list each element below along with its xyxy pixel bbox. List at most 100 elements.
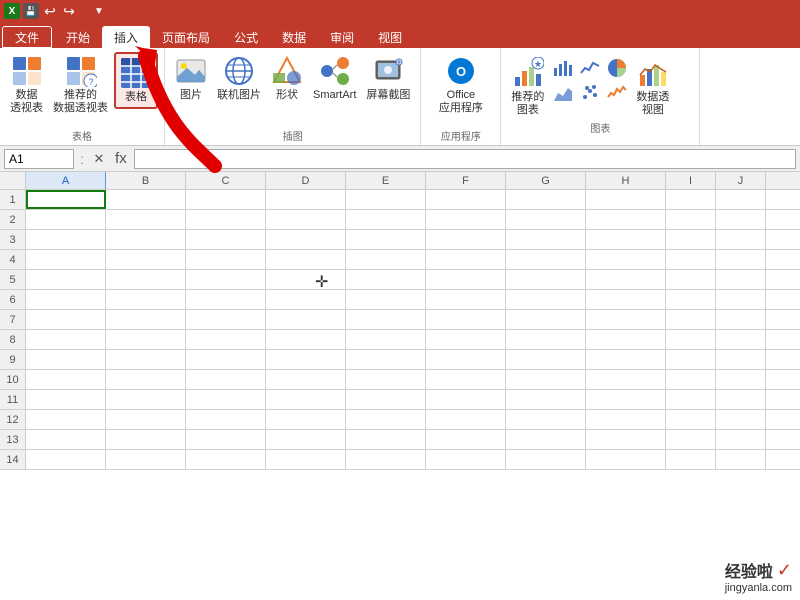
- cell-reference[interactable]: A1: [4, 149, 74, 169]
- cell-h9[interactable]: [586, 350, 666, 369]
- cell-a13[interactable]: [26, 430, 106, 449]
- cell-h2[interactable]: [586, 210, 666, 229]
- cell-a6[interactable]: [26, 290, 106, 309]
- row-header-1[interactable]: 1: [0, 190, 26, 209]
- row-header-5[interactable]: 5: [0, 270, 26, 289]
- row-header-9[interactable]: 9: [0, 350, 26, 369]
- cell-a10[interactable]: [26, 370, 106, 389]
- btn-shapes[interactable]: 形状: [267, 52, 307, 105]
- btn-recommended-charts[interactable]: ★ 推荐的图表: [507, 54, 548, 120]
- cell-f6[interactable]: [426, 290, 506, 309]
- cell-c13[interactable]: [186, 430, 266, 449]
- cell-j5[interactable]: [716, 270, 766, 289]
- cell-g10[interactable]: [506, 370, 586, 389]
- row-header-8[interactable]: 8: [0, 330, 26, 349]
- col-header-d[interactable]: D: [266, 172, 346, 189]
- cell-g14[interactable]: [506, 450, 586, 469]
- cell-g13[interactable]: [506, 430, 586, 449]
- row-header-6[interactable]: 6: [0, 290, 26, 309]
- btn-smartart[interactable]: SmartArt: [309, 52, 360, 105]
- tab-file[interactable]: 文件: [2, 26, 52, 48]
- cell-d10[interactable]: [266, 370, 346, 389]
- cell-j3[interactable]: [716, 230, 766, 249]
- col-header-f[interactable]: F: [426, 172, 506, 189]
- cell-c9[interactable]: [186, 350, 266, 369]
- cell-g7[interactable]: [506, 310, 586, 329]
- cell-d12[interactable]: [266, 410, 346, 429]
- row-header-2[interactable]: 2: [0, 210, 26, 229]
- cell-f14[interactable]: [426, 450, 506, 469]
- cell-d6[interactable]: [266, 290, 346, 309]
- cell-e12[interactable]: [346, 410, 426, 429]
- cell-g12[interactable]: [506, 410, 586, 429]
- cell-j13[interactable]: [716, 430, 766, 449]
- cell-b10[interactable]: [106, 370, 186, 389]
- cell-i10[interactable]: [666, 370, 716, 389]
- cell-d3[interactable]: [266, 230, 346, 249]
- col-header-c[interactable]: C: [186, 172, 266, 189]
- cell-j9[interactable]: [716, 350, 766, 369]
- cell-a14[interactable]: [26, 450, 106, 469]
- btn-picture[interactable]: 图片: [171, 52, 211, 105]
- cell-e14[interactable]: [346, 450, 426, 469]
- cell-e6[interactable]: [346, 290, 426, 309]
- cell-g1[interactable]: [506, 190, 586, 209]
- cell-f12[interactable]: [426, 410, 506, 429]
- cell-a1[interactable]: [26, 190, 106, 209]
- cell-i8[interactable]: [666, 330, 716, 349]
- tab-insert[interactable]: 插入: [102, 26, 150, 48]
- row-header-13[interactable]: 13: [0, 430, 26, 449]
- cell-i11[interactable]: [666, 390, 716, 409]
- cell-c1[interactable]: [186, 190, 266, 209]
- cell-c2[interactable]: [186, 210, 266, 229]
- col-header-g[interactable]: G: [506, 172, 586, 189]
- row-header-12[interactable]: 12: [0, 410, 26, 429]
- btn-line-chart[interactable]: [577, 56, 603, 80]
- col-header-h[interactable]: H: [586, 172, 666, 189]
- cell-e3[interactable]: [346, 230, 426, 249]
- cell-c12[interactable]: [186, 410, 266, 429]
- cell-h5[interactable]: [586, 270, 666, 289]
- cell-h1[interactable]: [586, 190, 666, 209]
- cell-j11[interactable]: [716, 390, 766, 409]
- cell-i4[interactable]: [666, 250, 716, 269]
- tab-data[interactable]: 数据: [270, 26, 318, 48]
- tab-review[interactable]: 审阅: [318, 26, 366, 48]
- cell-i1[interactable]: [666, 190, 716, 209]
- cell-e4[interactable]: [346, 250, 426, 269]
- cell-b3[interactable]: [106, 230, 186, 249]
- cell-g8[interactable]: [506, 330, 586, 349]
- cell-c8[interactable]: [186, 330, 266, 349]
- cell-h12[interactable]: [586, 410, 666, 429]
- row-header-10[interactable]: 10: [0, 370, 26, 389]
- cell-j4[interactable]: [716, 250, 766, 269]
- cell-f3[interactable]: [426, 230, 506, 249]
- cell-j8[interactable]: [716, 330, 766, 349]
- cell-f10[interactable]: [426, 370, 506, 389]
- cell-c11[interactable]: [186, 390, 266, 409]
- cell-b9[interactable]: [106, 350, 186, 369]
- cell-e11[interactable]: [346, 390, 426, 409]
- cell-i14[interactable]: [666, 450, 716, 469]
- col-header-i[interactable]: I: [666, 172, 716, 189]
- cell-e8[interactable]: [346, 330, 426, 349]
- cell-h11[interactable]: [586, 390, 666, 409]
- btn-screenshot[interactable]: 屏幕截图: [362, 52, 414, 105]
- btn-recommended-pivot[interactable]: ? 推荐的数据透视表: [49, 52, 112, 118]
- btn-pivot-chart[interactable]: 数据透视图: [632, 54, 673, 120]
- cell-d2[interactable]: [266, 210, 346, 229]
- cell-f13[interactable]: [426, 430, 506, 449]
- cell-c10[interactable]: [186, 370, 266, 389]
- cell-f7[interactable]: [426, 310, 506, 329]
- save-icon[interactable]: 💾: [23, 3, 39, 19]
- btn-online-picture[interactable]: 联机图片: [213, 52, 265, 105]
- cell-i12[interactable]: [666, 410, 716, 429]
- cell-e13[interactable]: [346, 430, 426, 449]
- cell-h3[interactable]: [586, 230, 666, 249]
- row-header-11[interactable]: 11: [0, 390, 26, 409]
- cell-a3[interactable]: [26, 230, 106, 249]
- cell-g4[interactable]: [506, 250, 586, 269]
- cell-c5[interactable]: [186, 270, 266, 289]
- cell-a12[interactable]: [26, 410, 106, 429]
- cell-d11[interactable]: [266, 390, 346, 409]
